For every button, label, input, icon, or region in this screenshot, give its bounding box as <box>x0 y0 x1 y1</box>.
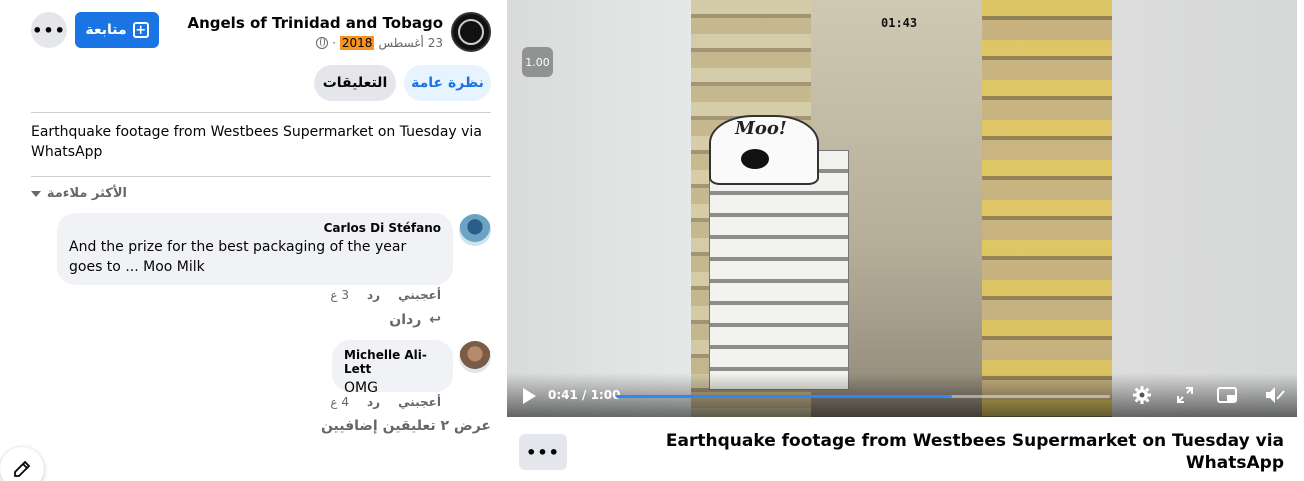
mute-icon[interactable] <box>1264 384 1286 406</box>
reply-button[interactable]: رد <box>367 288 380 302</box>
comment-bubble: Michelle Ali-Lett OMG <box>332 340 453 396</box>
globe-icon <box>316 37 329 49</box>
follow-plus-icon: + <box>132 22 149 38</box>
comment-author[interactable]: Carlos Di Stéfano <box>69 221 441 235</box>
page-avatar[interactable] <box>451 12 491 52</box>
follow-label: متابعة <box>85 22 127 38</box>
playback-speed-badge[interactable]: 1.00 <box>522 47 553 77</box>
comment-actions: أعجبني رد 3 ع <box>330 288 441 302</box>
comment-actions: أعجبني رد 4 ع <box>330 395 441 409</box>
progress-fill <box>616 395 952 398</box>
date-day-month: 23 أغسطس <box>378 36 443 50</box>
meta-separator: · <box>332 36 336 50</box>
post-caption: Earthquake footage from Westbees Superma… <box>31 124 482 160</box>
divider <box>31 176 491 177</box>
date-year: 2018 <box>339 36 375 50</box>
like-button[interactable]: أعجبني <box>398 288 441 302</box>
video-frame: Moo! 01:43 <box>691 0 1112 417</box>
settings-icon[interactable] <box>1131 384 1153 406</box>
pip-icon[interactable] <box>1216 384 1238 406</box>
compose-button[interactable] <box>0 447 44 481</box>
fullscreen-icon[interactable] <box>1174 384 1196 406</box>
comment-text: And the prize for the best packaging of … <box>69 239 407 275</box>
tab-overview[interactable]: نظرة عامة <box>404 65 491 101</box>
post-panel: ••• + متابعة Angels of Trinidad and Toba… <box>0 0 507 481</box>
reply-arrow-icon: ↩ <box>429 312 441 328</box>
video-options-button[interactable]: ••• <box>519 434 567 470</box>
video-sign-text: Moo! <box>735 118 787 139</box>
video-player[interactable]: Moo! 01:43 1.00 0:41 / 1:00 <box>507 0 1297 417</box>
video-shelf <box>982 0 1112 417</box>
avatar[interactable] <box>459 341 491 373</box>
comment-author[interactable]: Michelle Ali-Lett <box>344 348 441 376</box>
comment-sort-dropdown[interactable]: الأكثر ملاءمة <box>30 186 127 201</box>
comment-bubble: Carlos Di Stéfano And the prize for the … <box>57 213 453 285</box>
sort-label: الأكثر ملاءمة <box>46 186 127 201</box>
like-button[interactable]: أعجبني <box>398 395 441 409</box>
time-display: 0:41 / 1:00 <box>548 388 621 402</box>
view-replies-button[interactable]: ↩ ردان <box>389 312 441 328</box>
edit-icon <box>14 460 31 477</box>
reply-button[interactable]: رد <box>367 395 380 409</box>
video-timestamp-overlay: 01:43 <box>881 16 918 30</box>
avatar[interactable] <box>459 214 491 246</box>
video-title: Earthquake footage from Westbees Superma… <box>665 431 1284 473</box>
tab-comments[interactable]: التعليقات <box>314 65 396 101</box>
post-options-button[interactable]: ••• <box>31 12 67 48</box>
comment-time[interactable]: 4 ع <box>330 395 349 409</box>
video-product-stack <box>709 150 849 390</box>
post-date[interactable]: 23 أغسطس 2018 · <box>316 36 443 50</box>
follow-button[interactable]: + متابعة <box>75 12 159 48</box>
caret-down-icon <box>30 190 41 197</box>
replies-label: ردان <box>389 312 422 328</box>
page-name[interactable]: Angels of Trinidad and Tobago <box>187 14 443 32</box>
view-more-comments-button[interactable]: عرض ٢ تعليقين إضافيين <box>321 418 491 434</box>
progress-track[interactable] <box>616 395 1110 398</box>
comment-time[interactable]: 3 ع <box>330 288 349 302</box>
divider <box>31 112 491 113</box>
play-icon[interactable] <box>523 388 536 404</box>
